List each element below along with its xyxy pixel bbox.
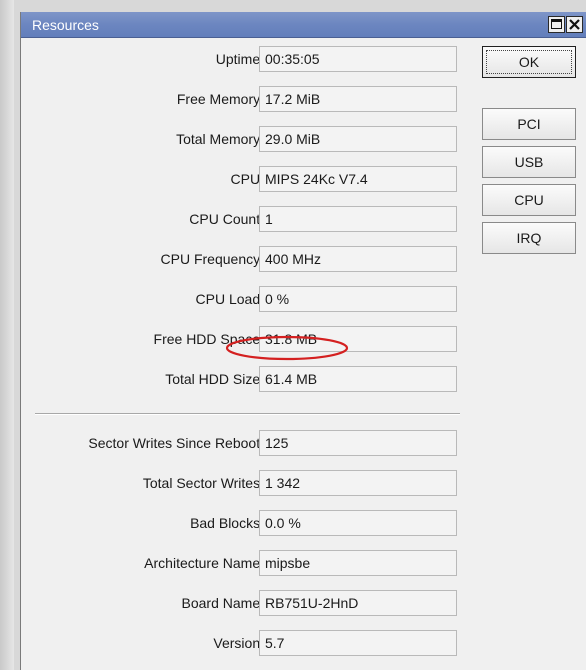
cpu-frequency-label: CPU Frequency: xyxy=(160,251,264,267)
total-memory-field[interactable]: 29.0 MiB xyxy=(259,126,457,152)
irq-button[interactable]: IRQ xyxy=(482,222,576,254)
maximize-icon[interactable] xyxy=(548,16,565,33)
free-memory-field[interactable]: 17.2 MiB xyxy=(259,86,457,112)
total-hdd-size-label: Total HDD Size: xyxy=(165,371,264,387)
free-hdd-space-label: Free HDD Space: xyxy=(153,331,264,347)
bad-blocks-label: Bad Blocks: xyxy=(190,515,264,531)
architecture-name-field[interactable]: mipsbe xyxy=(259,550,457,576)
total-memory-label: Total Memory: xyxy=(176,131,264,147)
total-sector-writes-field[interactable]: 1 342 xyxy=(259,470,457,496)
cpu-load-field[interactable]: 0 % xyxy=(259,286,457,312)
board-name-field[interactable]: RB751U-2HnD xyxy=(259,590,457,616)
title-bar[interactable]: Resources xyxy=(21,12,586,38)
cpu-count-field[interactable]: 1 xyxy=(259,206,457,232)
window-title: Resources xyxy=(32,17,99,33)
cpu-frequency-field[interactable]: 400 MHz xyxy=(259,246,457,272)
pci-button[interactable]: PCI xyxy=(482,108,576,140)
cpu-button[interactable]: CPU xyxy=(482,184,576,216)
total-sector-writes-label: Total Sector Writes: xyxy=(142,475,264,491)
cpu-count-label: CPU Count: xyxy=(189,211,264,227)
sector-writes-since-reboot-label: Sector Writes Since Reboot: xyxy=(88,435,264,451)
free-hdd-space-field[interactable]: 31.8 MB xyxy=(259,326,457,352)
version-label: Version: xyxy=(213,635,264,651)
ok-button[interactable]: OK xyxy=(482,46,576,78)
desktop-background: Resources Uptime: 00:35:05 Free Memory: … xyxy=(0,0,586,670)
close-icon[interactable] xyxy=(566,16,583,33)
uptime-field[interactable]: 00:35:05 xyxy=(259,46,457,72)
group-separator xyxy=(35,413,460,415)
free-memory-label: Free Memory: xyxy=(176,91,264,107)
sector-writes-since-reboot-field[interactable]: 125 xyxy=(259,430,457,456)
resources-window: Resources Uptime: 00:35:05 Free Memory: … xyxy=(20,12,586,670)
bad-blocks-field[interactable]: 0.0 % xyxy=(259,510,457,536)
cpu-field[interactable]: MIPS 24Kc V7.4 xyxy=(259,166,457,192)
board-name-label: Board Name: xyxy=(181,595,264,611)
cpu-load-label: CPU Load: xyxy=(195,291,264,307)
background-window-edge xyxy=(0,0,14,670)
architecture-name-label: Architecture Name: xyxy=(144,555,264,571)
version-field[interactable]: 5.7 xyxy=(259,630,457,656)
usb-button[interactable]: USB xyxy=(482,146,576,178)
uptime-label: Uptime: xyxy=(215,51,264,67)
total-hdd-size-field[interactable]: 61.4 MB xyxy=(259,366,457,392)
